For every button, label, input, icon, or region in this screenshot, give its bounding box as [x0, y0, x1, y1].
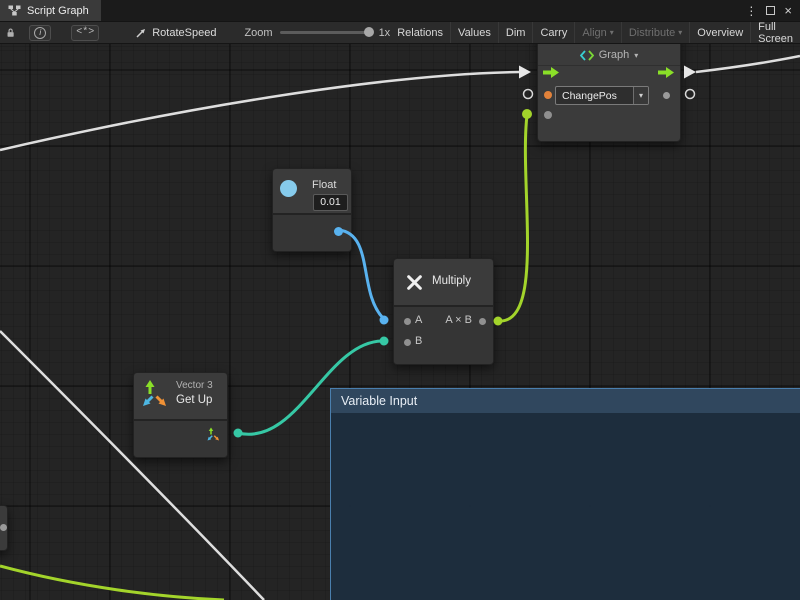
node-title: Get Up: [176, 394, 212, 406]
flow-wire-out[interactable]: [696, 56, 800, 72]
zoom-level: 1x: [379, 27, 391, 39]
wire-end-dot: [380, 316, 389, 325]
toolbar-button-dim[interactable]: Dim: [498, 22, 533, 43]
node-port-area: [134, 419, 227, 457]
tab-bar: Script Graph ⋮ ×: [0, 0, 800, 22]
wire-bottom-left[interactable]: [0, 566, 224, 600]
flow-input-arrow-icon[interactable]: [543, 66, 559, 79]
vector3-output-port-dot[interactable]: [234, 429, 243, 438]
partial-node-left[interactable]: [0, 505, 8, 551]
maximize-icon[interactable]: [766, 6, 775, 15]
toolbar-button-align[interactable]: Align▾: [574, 22, 620, 43]
toolbar-button-values[interactable]: Values: [450, 22, 498, 43]
node-title: Float: [312, 179, 336, 191]
wire-end-dot: [380, 337, 389, 346]
info-icon: i: [34, 27, 46, 39]
graph-name-label: RotateSpeed: [152, 27, 216, 39]
group-header[interactable]: Variable Input: [331, 389, 800, 413]
port-a-label: A: [415, 314, 422, 326]
variable-dropdown[interactable]: ChangePos ▾: [555, 86, 649, 105]
value-output-port-dot[interactable]: [663, 92, 670, 99]
group-title: Variable Input: [341, 394, 417, 408]
wire-multiply-result-to-output[interactable]: [498, 115, 528, 321]
node-float[interactable]: Float 0.01: [272, 168, 352, 252]
node-port-area: A A × B B: [394, 305, 493, 364]
port-b-label: B: [415, 335, 422, 347]
float-value-input[interactable]: 0.01: [313, 194, 348, 211]
vector3-icon: [142, 379, 168, 409]
value-input-port-dot[interactable]: [544, 111, 552, 119]
graph-toolbar: i <*> RotateSpeed Zoom 1x Relations Valu…: [0, 22, 800, 44]
zoom-label: Zoom: [244, 27, 272, 39]
unconnected-port-ring-right[interactable]: [686, 90, 695, 99]
code-icon: <*>: [76, 27, 94, 38]
script-graph-window: Script Graph ⋮ × i <*> RotateSpeed Zoom: [0, 0, 800, 600]
toolbar-buttons: Relations Values Dim Carry Align▾ Distri…: [390, 22, 800, 43]
toolbar-button-distribute[interactable]: Distribute▾: [621, 22, 689, 43]
node-header[interactable]: Graph ▾: [538, 49, 680, 61]
graph-icon: [8, 5, 21, 16]
port-dot[interactable]: [0, 524, 7, 531]
node-vector3-get-up[interactable]: Vector 3 Get Up: [133, 372, 228, 458]
tab-script-graph[interactable]: Script Graph: [0, 0, 101, 21]
toolbar-button-relations[interactable]: Relations: [390, 22, 450, 43]
zoom-knob[interactable]: [364, 27, 374, 37]
toolbar-button-fullscreen[interactable]: Full Screen: [750, 22, 800, 43]
node-subtitle: Vector 3: [176, 380, 213, 391]
caret-down-icon: ▾: [678, 28, 682, 37]
node-title: Multiply: [432, 275, 471, 287]
kebab-menu-icon[interactable]: ⋮: [745, 5, 757, 17]
vector3-mini-icon: [207, 427, 220, 442]
script-graph-icon: [580, 50, 594, 61]
multiply-icon: [406, 274, 423, 291]
port-b-dot[interactable]: [404, 339, 411, 346]
flow-output-arrow-icon[interactable]: [658, 66, 674, 79]
zoom-slider[interactable]: [280, 31, 372, 34]
float-type-icon: [280, 180, 297, 197]
toolbar-button-overview[interactable]: Overview: [689, 22, 750, 43]
node-port-area: [273, 213, 351, 251]
graph-canvas[interactable]: Variable Input Graph ▾: [0, 44, 800, 600]
unconnected-port-ring-left[interactable]: [524, 90, 533, 99]
flow-arrowhead-out: [684, 66, 696, 79]
lock-icon[interactable]: [6, 26, 15, 39]
variable-dropdown-value: ChangePos: [556, 90, 633, 102]
port-result-dot[interactable]: [479, 318, 486, 325]
close-icon[interactable]: ×: [784, 4, 792, 17]
wire-start-dot: [494, 317, 503, 326]
dropdown-caret-icon: ▾: [633, 87, 648, 104]
caret-down-icon: ▾: [610, 28, 614, 37]
info-button[interactable]: i: [29, 25, 51, 41]
wire-end-dot: [522, 109, 532, 119]
caret-down-icon: ▾: [634, 51, 638, 60]
port-a-dot[interactable]: [404, 318, 411, 325]
graph-asset-icon: [135, 27, 147, 39]
graph-name-breadcrumb[interactable]: RotateSpeed: [135, 27, 216, 39]
flow-arrowhead-in: [519, 66, 531, 79]
flow-wire-in[interactable]: [0, 72, 519, 150]
port-result-label: A × B: [445, 314, 472, 326]
group-variable-input: Variable Input: [330, 388, 800, 600]
node-multiply[interactable]: Multiply A A × B B: [393, 258, 494, 365]
variable-name-port-dot[interactable]: [544, 91, 552, 99]
code-toggle-button[interactable]: <*>: [71, 25, 99, 41]
tab-label: Script Graph: [27, 5, 89, 17]
toolbar-button-carry[interactable]: Carry: [532, 22, 574, 43]
node-graph-output[interactable]: Graph ▾ ChangePos ▾: [537, 44, 681, 142]
float-output-port-dot[interactable]: [334, 227, 343, 236]
node-title: Graph: [599, 49, 630, 61]
